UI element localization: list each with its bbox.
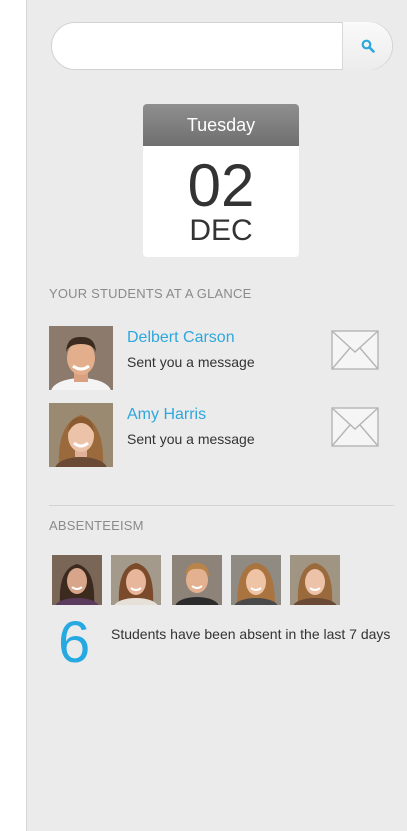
calendar-day: 02 — [187, 152, 255, 219]
calendar-month: DEC — [189, 214, 253, 247]
absent-student-photo[interactable] — [290, 555, 340, 605]
students-glance-title: YOUR STUDENTS AT A GLANCE — [49, 286, 252, 301]
student-row: Amy Harris Sent you a message — [49, 403, 379, 467]
search-input[interactable] — [68, 31, 328, 61]
section-divider — [49, 505, 394, 506]
envelope-icon — [331, 407, 379, 447]
student-name-link[interactable]: Delbert Carson — [127, 329, 235, 347]
student-name-link[interactable]: Amy Harris — [127, 406, 206, 424]
absent-students-thumbnails — [52, 555, 352, 607]
absent-count: 6 — [58, 610, 91, 675]
envelope-icon — [331, 330, 379, 370]
absent-student-photo[interactable] — [111, 555, 161, 605]
student-status: Sent you a message — [127, 354, 255, 370]
absent-student-photo[interactable] — [172, 555, 222, 605]
calendar-widget: Tuesday 02 DEC — [143, 104, 299, 257]
student-photo — [49, 403, 113, 467]
search-box — [51, 22, 393, 70]
absent-description: Students have been absent in the last 7 … — [111, 626, 391, 642]
search-button[interactable] — [342, 22, 392, 70]
student-row: Delbert Carson Sent you a message — [49, 326, 379, 390]
student-photo — [49, 326, 113, 390]
search-icon — [361, 39, 375, 53]
absenteeism-title: ABSENTEEISM — [49, 518, 144, 533]
message-button[interactable] — [331, 407, 379, 447]
sidebar-panel: Tuesday 02 DEC YOUR STUDENTS AT A GLANCE… — [26, 0, 407, 831]
student-status: Sent you a message — [127, 431, 255, 447]
absent-student-photo[interactable] — [231, 555, 281, 605]
absent-student-photo[interactable] — [52, 555, 102, 605]
calendar-weekday: Tuesday — [143, 104, 299, 146]
message-button[interactable] — [331, 330, 379, 370]
